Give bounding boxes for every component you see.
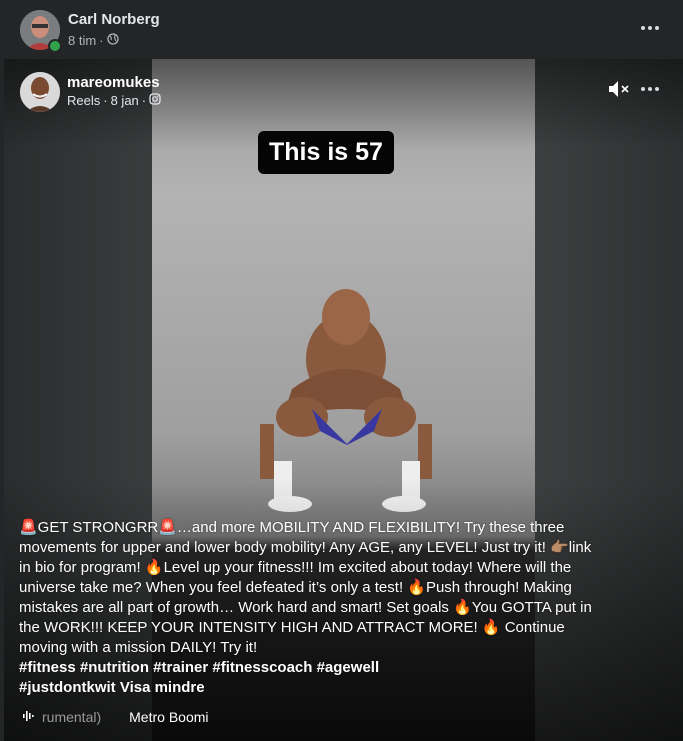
reel-more-options-icon[interactable] [638,77,662,101]
description-line: the WORK!!! KEEP YOUR INTENSITY HIGH AND… [19,619,565,636]
description-line: moving with a mission DAILY! Try it! [19,639,258,656]
description-line: mistakes are all part of growth… Work ha… [19,599,592,616]
description-line: in bio for program! 🔥Level up your fitne… [19,559,572,576]
post-card: Carl Norberg 8 tim · mareomukes Reels · … [0,0,683,741]
video-caption-overlay: This is 57 [258,131,394,174]
globe-icon [106,33,119,48]
reel-meta: Reels · 8 jan · [67,93,161,108]
reel-type[interactable]: Reels [67,93,100,108]
reel-date[interactable]: 8 jan [111,93,139,108]
post-timestamp[interactable]: 8 tim [68,33,96,48]
post-meta: 8 tim · [68,33,119,48]
online-status-dot [48,39,62,53]
music-track[interactable]: rumental) [42,709,101,725]
reel-player[interactable]: mareomukes Reels · 8 jan · This is 57 🚨G… [4,59,683,741]
music-attribution[interactable]: rumental) Metro Boomi [22,709,209,725]
meta-separator: · [141,93,147,108]
post-author-name[interactable]: Carl Norberg [68,11,160,28]
description-line: universe take me? When you feel defeated… [19,579,572,596]
audio-waveform-icon [22,709,34,725]
post-header: Carl Norberg 8 tim · [0,0,683,58]
description-line: 🚨GET STRONGRR🚨…and more MOBILITY AND FLE… [19,519,565,536]
hashtags-see-less[interactable]: #justdontkwit Visa mindre [19,678,609,698]
description-line: movements for upper and lower body mobil… [19,539,592,556]
reel-author-avatar[interactable] [20,72,60,112]
meta-separator: · [99,33,104,48]
meta-separator: · [103,93,108,108]
reel-description: 🚨GET STRONGRR🚨…and more MOBILITY AND FLE… [19,518,609,698]
mute-icon[interactable] [607,78,633,100]
instagram-icon [149,93,161,108]
more-options-icon[interactable] [638,16,662,40]
reel-author-name[interactable]: mareomukes [67,74,160,91]
hashtags[interactable]: #fitness #nutrition #trainer #fitnesscoa… [19,658,609,678]
music-artist[interactable]: Metro Boomi [129,709,208,725]
